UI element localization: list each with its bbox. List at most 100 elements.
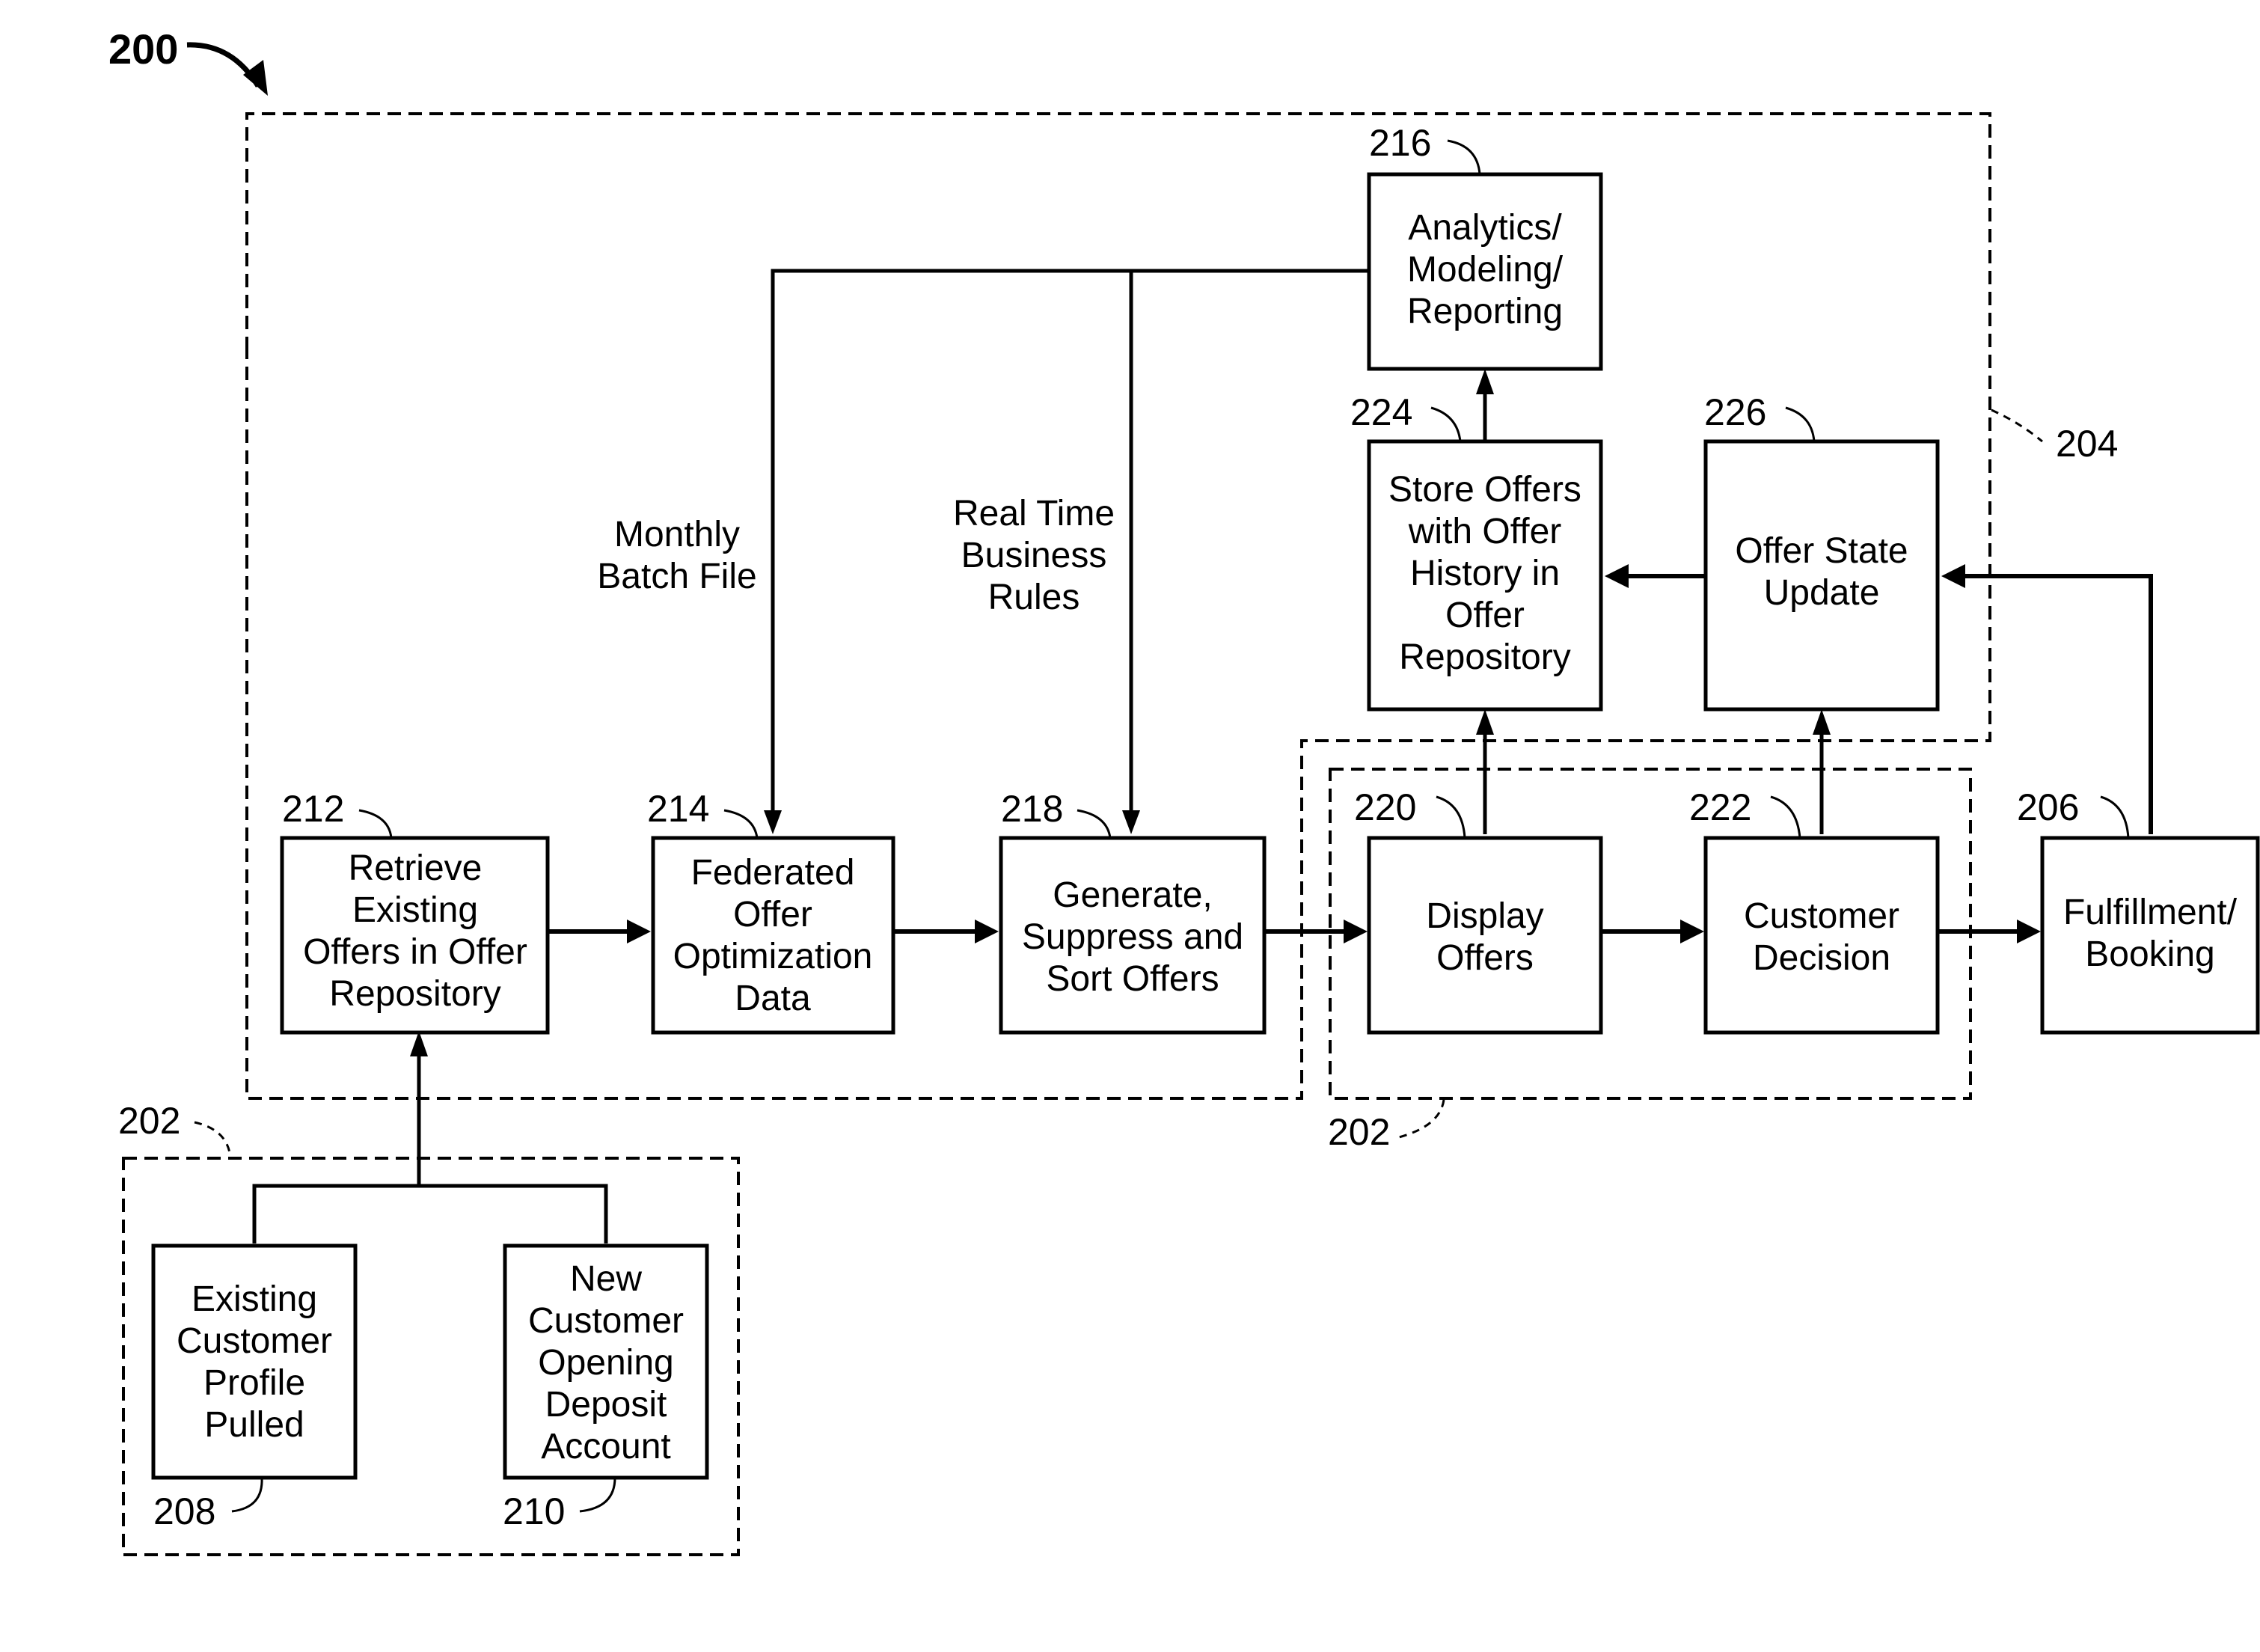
region-204-label: 204 bbox=[2056, 423, 2118, 465]
svg-text:Store Offers: Store Offers bbox=[1388, 470, 1581, 510]
svg-text:Repository: Repository bbox=[329, 974, 500, 1014]
svg-text:Deposit: Deposit bbox=[545, 1385, 667, 1425]
svg-text:Profile: Profile bbox=[203, 1363, 305, 1403]
ref-216: 216 bbox=[1369, 122, 1431, 164]
arrowhead-icon bbox=[410, 1031, 428, 1056]
svg-text:Repository: Repository bbox=[1399, 637, 1570, 677]
ref-206-leader bbox=[2100, 795, 2130, 839]
svg-text:Existing: Existing bbox=[352, 890, 478, 930]
ref-206: 206 bbox=[2017, 786, 2079, 828]
svg-text:Reporting: Reporting bbox=[1407, 292, 1563, 331]
ref-214: 214 bbox=[647, 788, 709, 830]
svg-text:New: New bbox=[570, 1259, 642, 1299]
region-202-right-label: 202 bbox=[1328, 1111, 1390, 1153]
ref-218-leader bbox=[1077, 809, 1112, 839]
arrowhead-icon bbox=[1344, 920, 1368, 943]
ref-208-leader bbox=[231, 1477, 263, 1513]
svg-text:Fulfillment/: Fulfillment/ bbox=[2063, 893, 2238, 932]
svg-text:Customer: Customer bbox=[1744, 896, 1899, 936]
svg-text:Generate,: Generate, bbox=[1053, 875, 1212, 915]
arrowhead-icon bbox=[1476, 369, 1494, 394]
region-202-right-leader bbox=[1398, 1099, 1445, 1139]
svg-text:Offer State: Offer State bbox=[1735, 531, 1908, 571]
svg-text:with Offer: with Offer bbox=[1408, 512, 1562, 551]
svg-text:Customer: Customer bbox=[177, 1321, 332, 1361]
ref-212-leader bbox=[358, 809, 393, 839]
svg-text:Offers in Offer: Offers in Offer bbox=[303, 932, 527, 972]
svg-text:Suppress and: Suppress and bbox=[1022, 917, 1243, 957]
arrowhead-icon bbox=[627, 920, 651, 943]
svg-text:Real Time: Real Time bbox=[953, 494, 1115, 533]
node-212-retrieve-existing-offers[interactable]: Retrieve Existing Offers in Offer Reposi… bbox=[280, 836, 550, 1035]
ref-208: 208 bbox=[153, 1490, 215, 1532]
ref-224-leader bbox=[1430, 406, 1462, 442]
svg-text:Opening: Opening bbox=[538, 1343, 673, 1383]
node-206-fulfillment-booking[interactable]: Fulfillment/ Booking bbox=[2040, 836, 2260, 1035]
ref-220: 220 bbox=[1354, 786, 1416, 828]
region-202-left-label: 202 bbox=[118, 1100, 180, 1142]
svg-text:Analytics/: Analytics/ bbox=[1408, 208, 1562, 248]
arrowhead-icon bbox=[1941, 564, 1965, 588]
svg-text:Modeling/: Modeling/ bbox=[1407, 250, 1564, 290]
svg-text:Federated: Federated bbox=[691, 853, 855, 893]
node-224-store-offers-history[interactable]: Store Offers with Offer History in Offer… bbox=[1367, 439, 1603, 712]
region-204-leader bbox=[1991, 409, 2043, 443]
svg-text:Data: Data bbox=[735, 979, 811, 1018]
ref-218: 218 bbox=[1001, 788, 1063, 830]
node-214-federated-offer-optimization[interactable]: Federated Offer Optimization Data bbox=[651, 836, 895, 1035]
ref-212: 212 bbox=[282, 788, 344, 830]
svg-text:Batch File: Batch File bbox=[597, 557, 756, 596]
svg-text:Decision: Decision bbox=[1753, 938, 1890, 978]
node-216-analytics-modeling-reporting[interactable]: Analytics/ Modeling/ Reporting bbox=[1367, 172, 1603, 371]
svg-text:Existing: Existing bbox=[192, 1279, 317, 1319]
arrowhead-icon bbox=[1476, 709, 1494, 735]
ref-220-leader bbox=[1436, 795, 1466, 839]
svg-text:Retrieve: Retrieve bbox=[349, 848, 483, 888]
ref-224: 224 bbox=[1350, 391, 1412, 433]
arrowhead-icon bbox=[1605, 564, 1629, 588]
arrowhead-icon bbox=[1680, 920, 1704, 943]
svg-text:Rules: Rules bbox=[988, 578, 1080, 617]
svg-text:Business: Business bbox=[961, 536, 1107, 575]
ref-214-leader bbox=[723, 809, 759, 839]
svg-text:Offer: Offer bbox=[733, 895, 812, 934]
arrowhead-icon bbox=[2017, 920, 2041, 943]
figure-arrowhead-icon bbox=[243, 60, 268, 96]
ref-210-leader bbox=[579, 1477, 616, 1513]
svg-text:Customer: Customer bbox=[528, 1301, 684, 1341]
svg-text:Monthly: Monthly bbox=[614, 515, 740, 554]
arrowhead-icon bbox=[975, 920, 999, 943]
svg-text:History in: History in bbox=[1410, 554, 1560, 593]
svg-text:Pulled: Pulled bbox=[204, 1405, 304, 1445]
node-210-new-customer-deposit-account[interactable]: New Customer Opening Deposit Account bbox=[503, 1243, 709, 1480]
svg-text:Display: Display bbox=[1426, 896, 1543, 936]
arrowhead-icon bbox=[1122, 810, 1140, 834]
svg-text:Booking: Booking bbox=[2085, 934, 2214, 974]
node-218-generate-suppress-sort[interactable]: Generate, Suppress and Sort Offers bbox=[999, 836, 1267, 1035]
ref-222-leader bbox=[1770, 795, 1801, 839]
node-220-display-offers[interactable]: Display Offers bbox=[1367, 836, 1603, 1035]
ref-226: 226 bbox=[1704, 391, 1766, 433]
ref-216-leader bbox=[1447, 139, 1481, 175]
figure-arrow bbox=[186, 42, 260, 88]
arrowhead-icon bbox=[764, 810, 782, 834]
flow-diagram: 200 204 202 202 Monthly Batch File Real … bbox=[108, 25, 2260, 1556]
region-202-left-leader bbox=[194, 1121, 232, 1159]
ref-222: 222 bbox=[1689, 786, 1751, 828]
ref-210: 210 bbox=[503, 1490, 565, 1532]
figure-number: 200 bbox=[108, 25, 178, 73]
connector-208-210-to-212 bbox=[252, 1184, 608, 1243]
svg-text:Offers: Offers bbox=[1436, 938, 1534, 978]
svg-text:Account: Account bbox=[541, 1427, 670, 1466]
svg-text:Optimization: Optimization bbox=[673, 937, 873, 976]
ref-226-leader bbox=[1785, 406, 1816, 442]
svg-text:Offer: Offer bbox=[1445, 596, 1525, 635]
edge-label-monthly-batch-file: Monthly Batch File bbox=[597, 515, 756, 596]
node-222-customer-decision[interactable]: Customer Decision bbox=[1703, 836, 1940, 1035]
arrowhead-icon bbox=[1813, 709, 1831, 735]
node-208-existing-customer-profile[interactable]: Existing Customer Profile Pulled bbox=[151, 1243, 358, 1480]
svg-text:Update: Update bbox=[1764, 573, 1880, 613]
node-226-offer-state-update[interactable]: Offer State Update bbox=[1703, 439, 1940, 712]
svg-text:Sort Offers: Sort Offers bbox=[1046, 959, 1219, 999]
edge-label-real-time-business-rules: Real Time Business Rules bbox=[953, 494, 1115, 617]
